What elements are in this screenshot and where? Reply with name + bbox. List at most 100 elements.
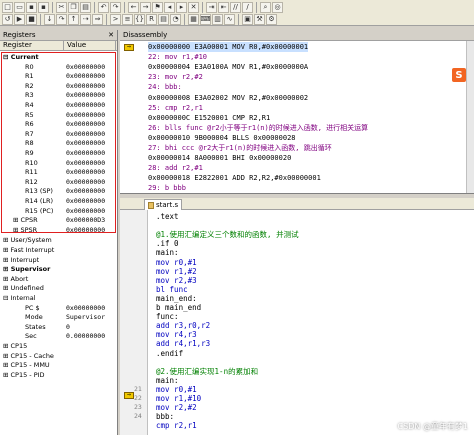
- bookmark-clear-icon[interactable]: ✕: [188, 2, 199, 13]
- symbols-icon[interactable]: {}: [134, 14, 145, 25]
- system-viewer-icon[interactable]: ▣: [242, 14, 253, 25]
- register-value[interactable]: 0x00000000: [66, 101, 105, 110]
- find-in-files-icon[interactable]: ⌕: [260, 2, 271, 13]
- register-value[interactable]: 0x000000D3: [66, 216, 105, 225]
- back-icon[interactable]: ←: [128, 2, 139, 13]
- register-name[interactable]: PC $: [25, 304, 40, 313]
- register-name[interactable]: ⊞ CPSR: [13, 216, 38, 225]
- register-name[interactable]: ⊟ Current: [3, 53, 39, 62]
- reset-icon[interactable]: ↺: [2, 14, 13, 25]
- registers-icon[interactable]: R: [146, 14, 157, 25]
- analysis-icon[interactable]: ▥: [212, 14, 223, 25]
- register-name[interactable]: R14 (LR): [25, 197, 53, 206]
- register-name[interactable]: ⊞ CP15 - PID: [3, 371, 45, 380]
- register-value[interactable]: 0x00000000: [66, 63, 105, 72]
- disassembly-line[interactable]: 0x00000010 9B000004 BLLS 0x00000028: [148, 133, 296, 143]
- show-next-icon[interactable]: ⇒: [92, 14, 103, 25]
- toolbox-icon[interactable]: ⚒: [254, 14, 265, 25]
- run-to-cursor-icon[interactable]: ⇢: [80, 14, 91, 25]
- code-line[interactable]: .endif: [156, 349, 183, 359]
- register-name[interactable]: ⊞ CP15 - MMU: [3, 361, 50, 370]
- register-name[interactable]: States: [25, 323, 46, 332]
- disassembly-line[interactable]: 0x00000000 E3A00001 MOV R0,#0x00000001: [148, 42, 309, 52]
- register-name[interactable]: R7: [25, 130, 34, 139]
- save-all-icon[interactable]: ▪: [38, 2, 49, 13]
- disassembly-line[interactable]: 24: bbb:: [148, 82, 182, 92]
- disassembly-line[interactable]: 26: blls func @r2小于等于r1(n)的时候进入函数, 进行相关运…: [148, 123, 368, 133]
- disassembly-icon[interactable]: ≡: [122, 14, 133, 25]
- register-name[interactable]: R1: [25, 72, 34, 81]
- register-name[interactable]: ⊞ Supervisor: [3, 265, 50, 274]
- bookmark-icon[interactable]: ⚑: [152, 2, 163, 13]
- register-value[interactable]: 0x00000000: [66, 130, 105, 139]
- unindent-icon[interactable]: ⇤: [218, 2, 229, 13]
- run-icon[interactable]: ▶: [14, 14, 25, 25]
- paste-icon[interactable]: ▤: [80, 2, 91, 13]
- bookmark-prev-icon[interactable]: ◂: [164, 2, 175, 13]
- register-name[interactable]: R13 (SP): [25, 187, 53, 196]
- register-value[interactable]: 0x00000000: [66, 139, 105, 148]
- register-name[interactable]: R2: [25, 82, 34, 91]
- register-name[interactable]: ⊟ Internal: [3, 294, 36, 303]
- disassembly-line[interactable]: 28: add r2,#1: [148, 163, 203, 173]
- disassembly-line[interactable]: 23: mov r2,#2: [148, 72, 203, 82]
- register-name[interactable]: ⊞ CP15: [3, 342, 27, 351]
- register-name[interactable]: ⊞ User/System: [3, 236, 52, 245]
- register-name[interactable]: R0: [25, 63, 34, 72]
- column-value[interactable]: Value: [64, 41, 116, 50]
- register-value[interactable]: 0x00000000: [66, 149, 105, 158]
- settings-icon[interactable]: ⚙: [266, 14, 277, 25]
- disassembly-line[interactable]: 0x0000000C E1520001 CMP R2,R1: [148, 113, 270, 123]
- redo-icon[interactable]: ↷: [110, 2, 121, 13]
- register-value[interactable]: 0x00000000: [66, 178, 105, 187]
- register-name[interactable]: R5: [25, 111, 34, 120]
- serial-icon[interactable]: ⌨: [200, 14, 211, 25]
- disassembly-scrollbar[interactable]: [466, 41, 474, 193]
- trace-icon[interactable]: ∿: [224, 14, 235, 25]
- disassembly-line[interactable]: 0x00000018 E2822001 ADD R2,R2,#0x0000000…: [148, 173, 321, 183]
- register-value[interactable]: 0x00000000: [66, 207, 105, 216]
- disassembly-line[interactable]: 29: b bbb: [148, 183, 186, 193]
- undo-icon[interactable]: ↶: [98, 2, 109, 13]
- register-name[interactable]: Sec: [25, 332, 37, 341]
- register-value[interactable]: 0x00000000: [66, 304, 105, 313]
- indent-icon[interactable]: ⇥: [206, 2, 217, 13]
- register-name[interactable]: R8: [25, 139, 34, 148]
- disassembly-line[interactable]: 25: cmp r2,r1: [148, 103, 203, 113]
- register-value[interactable]: 0x00000000: [66, 197, 105, 206]
- register-name[interactable]: R12: [25, 178, 38, 187]
- register-name[interactable]: R9: [25, 149, 34, 158]
- register-value[interactable]: 0x00000000: [66, 159, 105, 168]
- tab-start-s[interactable]: start.s: [144, 199, 183, 210]
- register-name[interactable]: Mode: [25, 313, 43, 322]
- disassembly-line[interactable]: 0x00000008 E3A02002 MOV R2,#0x00000002: [148, 93, 308, 103]
- uncomment-icon[interactable]: /: [242, 2, 253, 13]
- register-value[interactable]: 0.00000000: [66, 332, 105, 341]
- register-name[interactable]: R11: [25, 168, 38, 177]
- close-icon[interactable]: ✕: [108, 31, 114, 39]
- open-folder-icon[interactable]: ▭: [14, 2, 25, 13]
- forward-icon[interactable]: →: [140, 2, 151, 13]
- disassembly-line[interactable]: 0x00000014 8A000001 BHI 0x00000020: [148, 153, 291, 163]
- stop-icon[interactable]: ■: [26, 14, 37, 25]
- target-icon[interactable]: ◎: [272, 2, 283, 13]
- register-value[interactable]: 0x00000000: [66, 168, 105, 177]
- register-value[interactable]: 0x00000000: [66, 120, 105, 129]
- step-out-icon[interactable]: ↑: [68, 14, 79, 25]
- register-value[interactable]: 0x00000000: [66, 82, 105, 91]
- register-name[interactable]: ⊞ SPSR: [13, 226, 37, 235]
- register-name[interactable]: ⊞ Interrupt: [3, 256, 39, 265]
- register-name[interactable]: R4: [25, 101, 34, 110]
- register-name[interactable]: R3: [25, 91, 34, 100]
- register-value[interactable]: 0x00000000: [66, 226, 105, 235]
- disassembly-line[interactable]: 0x00000004 E3A0100A MOV R1,#0x0000000A: [148, 62, 308, 72]
- watch-icon[interactable]: ◔: [170, 14, 181, 25]
- column-register[interactable]: Register: [0, 41, 64, 50]
- register-value[interactable]: 0x00000000: [66, 187, 105, 196]
- command-window-icon[interactable]: >: [110, 14, 121, 25]
- memory-icon[interactable]: ▦: [188, 14, 199, 25]
- register-name[interactable]: R15 (PC): [25, 207, 53, 216]
- register-name[interactable]: R6: [25, 120, 34, 129]
- register-value[interactable]: 0x00000000: [66, 72, 105, 81]
- comment-icon[interactable]: //: [230, 2, 241, 13]
